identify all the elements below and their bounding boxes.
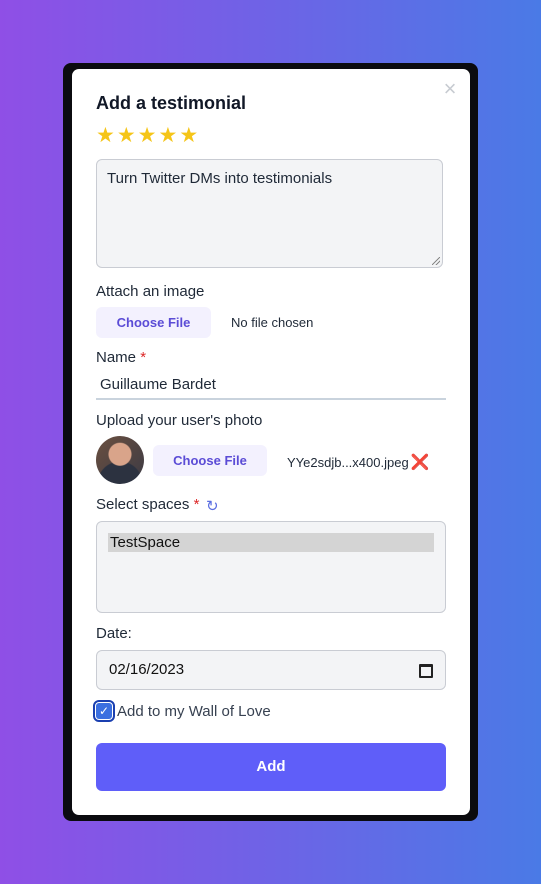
space-option[interactable]: TestSpace	[108, 533, 434, 552]
refresh-icon[interactable]: ↻	[206, 497, 219, 515]
select-spaces-label: Select spaces *	[96, 496, 199, 513]
star-icon[interactable]: ★	[96, 125, 115, 147]
modal-title: Add a testimonial	[96, 93, 247, 113]
date-value: 02/16/2023	[109, 661, 185, 678]
add-button[interactable]: Add	[96, 743, 446, 791]
photo-filename-text: YYe2sdjb...x400.jpeg	[287, 455, 409, 470]
close-icon[interactable]: ×	[440, 78, 460, 100]
photo-filename: YYe2sdjb...x400.jpeg ❌	[287, 453, 429, 471]
wall-of-love-label[interactable]: Add to my Wall of Love	[117, 703, 271, 720]
remove-photo-icon[interactable]: ❌	[411, 454, 430, 471]
date-input[interactable]: 02/16/2023	[96, 650, 446, 690]
testimonial-text: Turn Twitter DMs into testimonials	[107, 170, 333, 187]
name-label-text: Name	[96, 349, 137, 366]
upload-photo-button[interactable]: Choose File	[153, 445, 267, 476]
upload-photo-label: Upload your user's photo	[96, 412, 263, 429]
star-icon[interactable]: ★	[138, 125, 157, 147]
star-icon[interactable]: ★	[117, 125, 136, 147]
attach-image-button[interactable]: Choose File	[96, 307, 211, 338]
wall-of-love-checkbox[interactable]: ✓	[93, 700, 115, 722]
calendar-icon[interactable]	[419, 664, 433, 678]
required-mark: *	[140, 349, 147, 366]
testimonial-textarea[interactable]: Turn Twitter DMs into testimonials	[96, 159, 443, 268]
attach-image-status: No file chosen	[231, 315, 314, 330]
name-input[interactable]: Guillaume Bardet	[96, 370, 446, 400]
name-label: Name *	[96, 349, 146, 366]
select-spaces-label-text: Select spaces	[96, 496, 190, 513]
avatar	[96, 436, 144, 484]
add-testimonial-modal: × Add a testimonial ★ ★ ★ ★ ★ Turn Twitt…	[72, 69, 470, 815]
required-mark: *	[193, 496, 200, 513]
resize-handle-icon[interactable]	[432, 257, 440, 265]
spaces-select[interactable]: TestSpace	[96, 521, 446, 613]
date-label: Date:	[96, 625, 132, 642]
star-rating: ★ ★ ★ ★ ★	[96, 125, 198, 147]
attach-image-label: Attach an image	[96, 283, 205, 300]
star-icon[interactable]: ★	[179, 125, 198, 147]
star-icon[interactable]: ★	[158, 125, 177, 147]
